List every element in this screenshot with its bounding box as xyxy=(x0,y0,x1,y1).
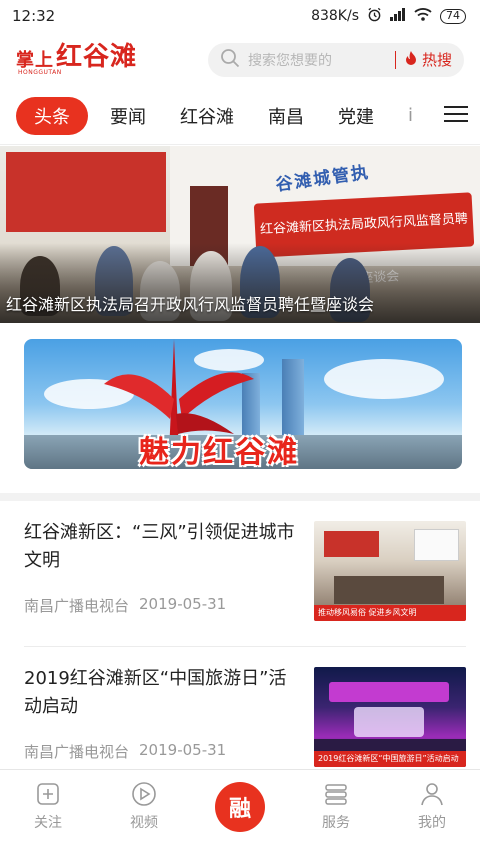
alarm-icon xyxy=(367,7,382,26)
nav-label: 关注 xyxy=(34,815,62,831)
news-date: 2019-05-31 xyxy=(139,741,227,759)
logo-small-text: 掌上 xyxy=(16,50,54,71)
news-item[interactable]: 红谷滩新区：“三风”引领促进城市文明 南昌广播电视台 2019-05-31 推动… xyxy=(24,501,466,647)
channel-tabs: 头条 要闻 红谷滩 南昌 党建 i xyxy=(0,87,480,145)
hero-caption[interactable]: 红谷滩新区执法局召开政风行风监督员聘任暨座谈会 xyxy=(6,291,374,315)
tab-partial[interactable]: i xyxy=(408,105,413,126)
network-speed: 838K/s xyxy=(311,8,359,24)
signal-icon xyxy=(390,7,406,25)
news-title[interactable]: 2019红谷滩新区“中国旅游日”活动启动 xyxy=(24,665,300,721)
battery-icon: 74 xyxy=(440,8,466,24)
status-bar: 12:32 838K/s 74 xyxy=(0,0,480,32)
play-circle-icon xyxy=(130,780,158,808)
tab-honggutan[interactable]: 红谷滩 xyxy=(180,103,234,129)
app-header: 掌上 红谷滩 HONGGUTAN 搜索您想要的 热搜 xyxy=(0,32,480,87)
app-screen: 12:32 838K/s 74 掌上 红谷滩 HONGGUTAN 搜索您想要的 … xyxy=(0,0,480,843)
promo-title: 魅力红谷滩 xyxy=(139,435,299,469)
bottom-nav: 关注 视频 融 服务 我的 xyxy=(0,769,480,843)
news-list: 红谷滩新区：“三风”引领促进城市文明 南昌广播电视台 2019-05-31 推动… xyxy=(0,501,480,793)
nav-label: 服务 xyxy=(322,815,350,831)
channel-menu-button[interactable] xyxy=(444,103,468,125)
nav-label: 视频 xyxy=(130,815,158,831)
list-icon xyxy=(322,780,350,808)
nav-service[interactable]: 服务 xyxy=(306,780,366,832)
nav-label: 我的 xyxy=(418,815,446,831)
search-bar[interactable]: 搜索您想要的 热搜 xyxy=(208,42,464,77)
search-divider xyxy=(394,50,396,69)
tab-party[interactable]: 党建 xyxy=(338,103,374,129)
plus-square-icon xyxy=(34,780,62,808)
tab-headlines[interactable]: 头条 xyxy=(16,96,88,135)
news-meta: 南昌广播电视台 2019-05-31 xyxy=(24,741,300,762)
hot-search-button[interactable]: 热搜 xyxy=(404,49,452,70)
center-rong-icon[interactable]: 融 xyxy=(215,782,265,832)
search-input[interactable]: 搜索您想要的 xyxy=(248,50,387,70)
nav-video[interactable]: 视频 xyxy=(114,780,174,832)
news-meta: 南昌广播电视台 2019-05-31 xyxy=(24,595,300,616)
promo-section: 魅力红谷滩 xyxy=(0,323,480,501)
search-icon xyxy=(220,48,240,72)
thumb-caption: 2019红谷滩新区“中国旅游日”活动启动 xyxy=(314,751,466,767)
promo-banner[interactable]: 魅力红谷滩 xyxy=(24,339,462,469)
wifi-icon xyxy=(414,7,432,25)
news-source: 南昌广播电视台 xyxy=(24,597,130,615)
status-time: 12:32 xyxy=(12,7,56,25)
tab-news[interactable]: 要闻 xyxy=(110,103,146,129)
app-logo: 掌上 红谷滩 HONGGUTAN xyxy=(16,43,176,76)
news-title[interactable]: 红谷滩新区：“三风”引领促进城市文明 xyxy=(24,519,300,575)
news-thumbnail[interactable]: 推动移风易俗 促进乡风文明 xyxy=(314,521,466,621)
news-thumbnail[interactable]: 2019红谷滩新区“中国旅游日”活动启动 xyxy=(314,667,466,767)
tab-nanchang[interactable]: 南昌 xyxy=(268,103,304,129)
thumb-caption: 推动移风易俗 促进乡风文明 xyxy=(314,605,466,621)
hero-poster-board xyxy=(6,152,166,232)
news-source: 南昌广播电视台 xyxy=(24,743,130,761)
logo-main-text: 红谷滩 xyxy=(56,42,138,72)
flame-icon xyxy=(404,50,418,70)
logo-sub-text: HONGGUTAN xyxy=(18,69,62,76)
status-indicators: 838K/s 74 xyxy=(311,7,466,26)
hot-search-label: 热搜 xyxy=(421,51,452,69)
news-date: 2019-05-31 xyxy=(139,595,227,613)
hero-carousel[interactable]: 谷滩城管执 红谷滩新区执法局政风行风监督员聘任暨座谈会 红谷滩新区执法局召开政风… xyxy=(0,146,480,323)
user-icon xyxy=(418,780,446,808)
nav-center[interactable]: 融 xyxy=(210,782,270,832)
nav-mine[interactable]: 我的 xyxy=(402,780,462,832)
tabs-fade xyxy=(416,87,440,144)
nav-follow[interactable]: 关注 xyxy=(18,780,78,832)
